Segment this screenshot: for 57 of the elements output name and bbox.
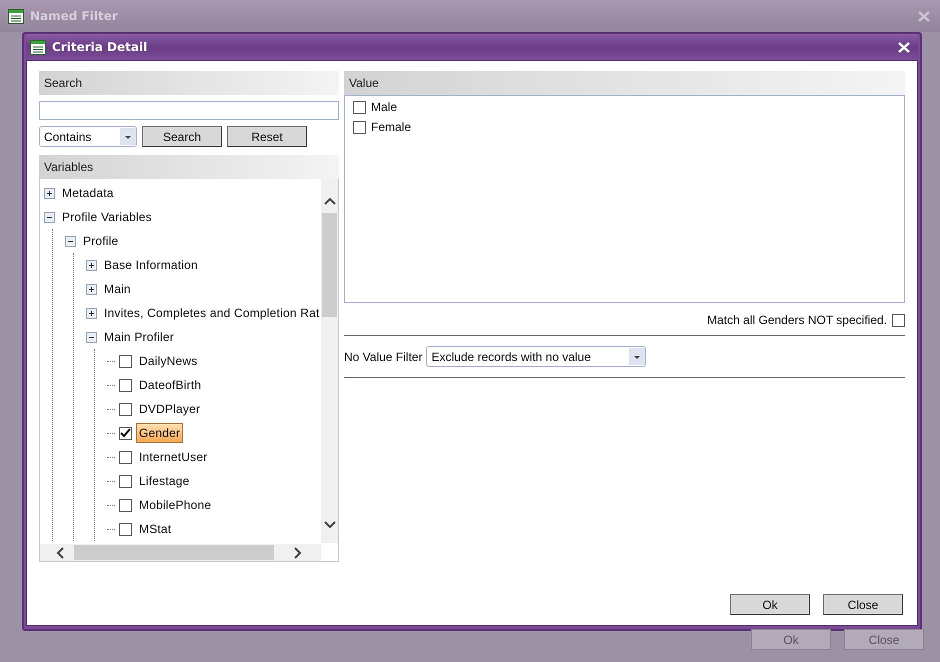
tree-node[interactable]: DateofBirth [136,375,204,395]
option-label: Female [371,120,412,134]
tree-node[interactable]: Profile [80,231,122,251]
section-header: Variables [39,155,339,179]
tree-node[interactable]: Gender [136,423,184,443]
tree-node[interactable]: Invites, Completes and Completion Rat [101,303,320,323]
scroll-right-icon[interactable] [294,546,302,558]
tree-node[interactable]: DVDPlayer [136,399,204,419]
horizontal-scrollbar[interactable] [40,544,321,561]
tree-node[interactable]: Base Information [101,255,201,275]
no-value-filter-dropdown[interactable]: Exclude records with no value [426,346,646,367]
window-title: Named Filter [30,9,119,23]
checkbox[interactable] [119,450,132,464]
window-icon [30,40,46,54]
scroll-up-icon[interactable] [324,197,336,205]
collapse-icon[interactable] [44,212,55,222]
tree-node[interactable]: DailyNews [136,351,200,371]
collapse-icon[interactable] [65,236,76,246]
expand-icon[interactable] [86,284,97,294]
search-button[interactable]: Search [142,126,222,147]
window-icon [8,8,24,24]
scroll-down-icon[interactable] [324,521,336,529]
tree-node[interactable]: InternetUser [136,447,210,467]
search-button[interactable]: Reset [227,126,307,147]
section-header: Value [344,71,905,95]
dialog-title: Criteria Detail [52,40,148,54]
match-label: Match all Genders NOT specified. [707,313,887,327]
checkbox[interactable] [353,120,366,134]
tree-node[interactable]: MobilePhone [136,495,214,515]
tree-node[interactable]: MStat [136,519,174,539]
match-mode-dropdown[interactable]: Contains [39,126,137,147]
checkbox[interactable] [119,426,132,440]
checkbox[interactable] [119,498,132,512]
filter-label: No Value Filter [344,350,422,364]
dialog-button[interactable]: Ok [730,594,810,615]
expand-icon[interactable] [86,308,97,318]
expand-icon[interactable] [44,188,55,198]
checkbox[interactable] [119,378,132,392]
search-field[interactable] [39,101,339,120]
checkbox[interactable] [892,314,905,326]
checkbox[interactable] [119,474,132,488]
scroll-left-icon[interactable] [56,546,64,558]
tree-node[interactable]: Lifestage [136,471,193,491]
expand-icon[interactable] [86,260,97,270]
tree-node[interactable]: Main Profiler [101,327,177,347]
tree-node[interactable]: Profile Variables [59,207,155,227]
tree-node[interactable]: Metadata [59,183,117,203]
collapse-icon[interactable] [86,332,97,342]
checkbox[interactable] [353,100,366,114]
option-label: Male [371,100,398,114]
tree-node[interactable]: Main [101,279,134,299]
checkbox[interactable] [119,402,132,416]
checkbox[interactable] [119,354,132,368]
vertical-scrollbar[interactable] [321,179,338,543]
dialog-button[interactable]: Close [823,594,903,615]
checkbox[interactable] [119,522,132,536]
section-header: Search [39,71,339,95]
